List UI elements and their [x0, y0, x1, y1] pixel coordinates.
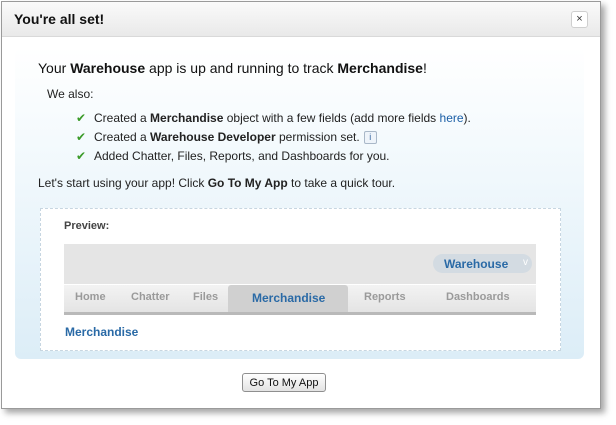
go-to-my-app-button[interactable]: Go To My App	[242, 373, 326, 392]
item-bold: Warehouse Developer	[150, 130, 276, 144]
item-text: ).	[463, 111, 471, 125]
dialog-titlebar: You're all set! ×	[2, 2, 600, 37]
we-also-label: We also:	[47, 87, 94, 101]
tour-text: to take a quick tour.	[287, 176, 396, 190]
item-text: permission set.	[275, 130, 360, 144]
info-icon[interactable]: i	[363, 131, 377, 145]
chevron-down-icon: v	[523, 257, 528, 268]
app-picker-label: Warehouse	[444, 257, 509, 271]
list-item-permission-set: ✔ Created a Warehouse Developer permissio…	[76, 130, 377, 145]
item-text: Created a	[94, 111, 151, 125]
headline-object-name: Merchandise	[337, 60, 423, 76]
preview-label: Preview:	[64, 220, 110, 232]
close-icon[interactable]: ×	[571, 11, 588, 28]
tab-chatter: Chatter	[131, 291, 170, 303]
headline-middle: app is up and running to track	[145, 60, 338, 76]
headline: Your Warehouse app is up and running to …	[38, 60, 427, 76]
preview-page-name: Merchandise	[65, 325, 139, 339]
add-fields-link[interactable]: here	[440, 111, 464, 125]
list-item-features: ✔ Added Chatter, Files, Reports, and Dash…	[76, 149, 390, 163]
item-text: Added Chatter, Files, Reports, and Dashb…	[94, 149, 390, 163]
check-icon: ✔	[76, 149, 87, 163]
item-text: object with a few fields (add more field…	[223, 111, 440, 125]
tab-merchandise: Merchandise	[252, 291, 326, 305]
headline-app-name: Warehouse	[70, 60, 146, 76]
tab-files: Files	[193, 291, 219, 303]
item-bold: Merchandise	[150, 111, 224, 125]
headline-suffix: !	[422, 60, 427, 76]
headline-prefix: Your	[38, 60, 71, 76]
check-icon: ✔	[76, 111, 87, 125]
tour-text: Let's start using your app! Click	[38, 176, 208, 190]
tour-instruction: Let's start using your app! Click Go To …	[38, 176, 395, 190]
tab-reports: Reports	[364, 291, 406, 303]
tab-home: Home	[75, 291, 106, 303]
tour-button-ref: Go To My App	[207, 176, 288, 190]
list-item-object: ✔ Created a Merchandise object with a few…	[76, 111, 471, 125]
check-icon: ✔	[76, 130, 87, 144]
item-text: Created a	[94, 130, 151, 144]
dialog-title: You're all set!	[14, 11, 105, 27]
tab-dashboards: Dashboards	[446, 291, 510, 303]
